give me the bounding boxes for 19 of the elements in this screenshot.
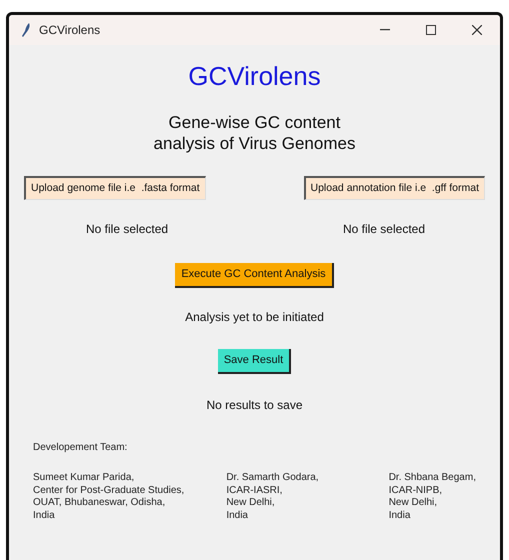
- close-icon: [472, 25, 482, 35]
- upload-button[interactable]: Upload genome file i.e .fasta format: [24, 176, 206, 200]
- app-subtitle: Gene-wise GC content analysis of Virus Genomes: [154, 112, 356, 154]
- upload-button[interactable]: Upload annotation file i.e .gff format: [304, 176, 485, 200]
- app-title: GCVirolens: [188, 60, 321, 92]
- team-member: Dr. Samarth Godara, ICAR-IASRI, New Delhi, India: [226, 472, 319, 522]
- execute-button[interactable]: Execute GC Content Analysis: [175, 263, 334, 288]
- team-member: Sumeet Kumar Parida, Center for Post-Graduate Studies, OUAT, Bhubaneswar, Odisha, India: [33, 472, 184, 522]
- maximize-icon: [426, 25, 436, 35]
- analysis-status: Analysis yet to be initiated: [185, 309, 324, 326]
- feather-icon: [21, 23, 31, 37]
- team-heading: Developement Team:: [33, 441, 128, 455]
- save-status: No results to save: [206, 397, 303, 414]
- window-title: GCVirolens: [39, 22, 100, 39]
- minimize-icon: [380, 29, 390, 31]
- file-status: No file selected: [86, 221, 168, 238]
- team-member: Dr. Shbana Begam, ICAR-NIPB, New Delhi, India: [388, 472, 476, 522]
- file-status: No file selected: [342, 221, 425, 238]
- save-button[interactable]: Save Result: [218, 349, 292, 374]
